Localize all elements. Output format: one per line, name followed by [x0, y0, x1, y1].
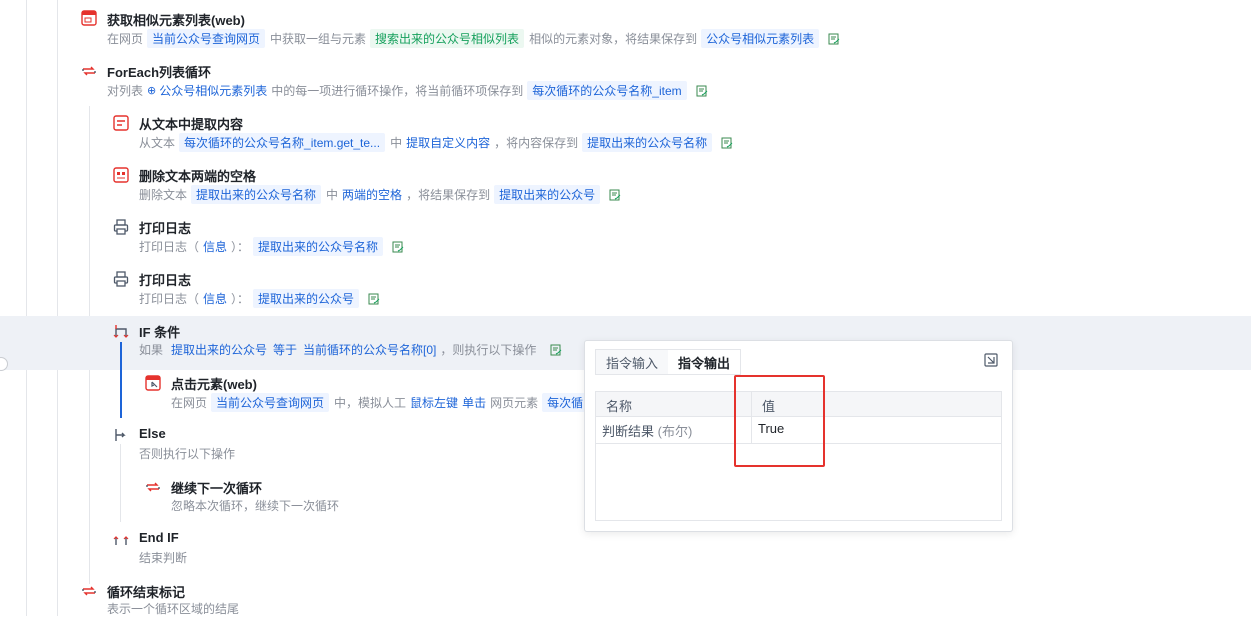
operator-link[interactable]: 等于 [273, 341, 297, 358]
edit-output-icon[interactable] [609, 189, 621, 201]
printer-icon [113, 271, 129, 287]
variable-chip[interactable]: 提取出来的公众号名称 [253, 237, 384, 256]
restore-window-icon[interactable] [984, 353, 998, 367]
option-link[interactable]: 两端的空格 [342, 186, 402, 203]
step-description: 在网页 当前公众号查询网页 中获取一组与元素 搜索出来的公众号相似列表 相似的元… [107, 29, 840, 48]
edit-output-icon[interactable] [368, 293, 380, 305]
else-branch-icon [115, 429, 126, 441]
printer-icon [113, 219, 129, 235]
step-description: 如果 提取出来的公众号 等于 当前循环的公众号名称[0] ，则执行以下操作 [139, 341, 562, 358]
variable-chip[interactable]: 当前公众号查询网页 [211, 393, 330, 412]
variable-chip[interactable]: 提取出来的公众号 [253, 289, 360, 308]
step-title: End IF [139, 530, 179, 545]
step-description: 删除文本 提取出来的公众号名称 中 两端的空格 ，将结果保存到 提取出来的公众号 [139, 185, 621, 204]
operand-link[interactable]: 提取出来的公众号 [171, 341, 267, 358]
variable-chip[interactable]: 每次循 [542, 393, 589, 412]
edit-output-icon[interactable] [721, 137, 733, 149]
end-if-icon [113, 536, 129, 545]
step-title: 打印日志 [139, 273, 192, 288]
edit-output-icon[interactable] [828, 33, 840, 45]
loop-icon [82, 586, 96, 596]
loop-icon [82, 66, 96, 76]
step-title: IF 条件 [139, 325, 181, 340]
variable-chip[interactable]: 每次循环的公众号名称_item.get_te... [179, 133, 386, 152]
step-description: 从文本 每次循环的公众号名称_item.get_te... 中 提取自定义内容 … [139, 133, 733, 152]
if-branch-line [120, 342, 122, 418]
step-description: 对列表 ⊕ 公众号相似元素列表 中的每一项进行循环操作，将当前循环项保存到 每次循… [107, 81, 708, 100]
step-description: 打印日志（ 信息 ）： 提取出来的公众号 [139, 289, 380, 308]
variable-link[interactable]: ⊕ 公众号相似元素列表 [147, 82, 267, 99]
click-type-link[interactable]: 单击 [462, 394, 486, 411]
step-title: 循环结束标记 [107, 585, 186, 600]
step-title: 获取相似元素列表(web) [107, 13, 245, 28]
step-description: 打印日志（ 信息 ）： 提取出来的公众号名称 [139, 237, 404, 256]
tree-guide-line [57, 0, 58, 616]
step-title: ForEach列表循环 [107, 65, 212, 80]
operand-link[interactable]: 当前循环的公众号名称[0] [303, 341, 436, 358]
tab-instruction-input[interactable]: 指令输入 [596, 350, 668, 374]
variable-chip[interactable]: 提取出来的公众号 [494, 185, 601, 204]
text-extract-icon [113, 115, 129, 131]
step-title: 从文本中提取内容 [139, 117, 244, 132]
edit-output-icon[interactable] [550, 344, 562, 356]
annotation-highlight-box [734, 375, 825, 467]
step-description: 表示一个循环区域的结尾 [107, 602, 240, 616]
step-description: 结束判断 [139, 551, 188, 565]
element-chip[interactable]: 搜索出来的公众号相似列表 [370, 29, 525, 48]
step-title: 打印日志 [139, 221, 192, 236]
step-description: 在网页 当前公众号查询网页 中，模拟人工 鼠标左键 单击 网页元素 每次循 [171, 393, 593, 412]
mouse-button-link[interactable]: 鼠标左键 [410, 394, 458, 411]
step-description: 否则执行以下操作 [139, 447, 236, 461]
tree-guide-line [26, 0, 27, 616]
step-description: 忽略本次循环，继续下一次循环 [171, 499, 340, 513]
if-branch-icon [113, 325, 129, 338]
variable-chip[interactable]: 当前公众号查询网页 [147, 29, 266, 48]
option-link[interactable]: 提取自定义内容 [406, 134, 490, 151]
step-title: 删除文本两端的空格 [139, 169, 257, 184]
step-title: Else [139, 426, 166, 441]
else-branch-line [120, 444, 121, 522]
column-header-name: 名称 [606, 399, 633, 414]
list-variable-icon: ⊕ [147, 85, 157, 97]
io-tabs: 指令输入 指令输出 [595, 349, 742, 375]
loop-icon [146, 482, 160, 492]
edit-output-icon[interactable] [392, 241, 404, 253]
log-level-link[interactable]: 信息 [203, 290, 227, 307]
variable-chip[interactable]: 提取出来的公众号名称 [191, 185, 322, 204]
variable-chip[interactable]: 提取出来的公众号名称 [582, 133, 713, 152]
variable-chip[interactable]: 每次循环的公众号名称_item [527, 81, 687, 100]
text-trim-icon [113, 167, 129, 183]
step-title: 继续下一次循环 [171, 481, 263, 496]
edit-output-icon[interactable] [696, 85, 708, 97]
click-element-icon [145, 375, 161, 391]
log-level-link[interactable]: 信息 [203, 238, 227, 255]
tab-instruction-output[interactable]: 指令输出 [668, 350, 741, 374]
output-name-cell: 判断结果 (布尔) [602, 424, 693, 439]
variable-chip[interactable]: 公众号相似元素列表 [701, 29, 820, 48]
web-element-icon [81, 10, 97, 26]
step-title: 点击元素(web) [171, 377, 257, 392]
